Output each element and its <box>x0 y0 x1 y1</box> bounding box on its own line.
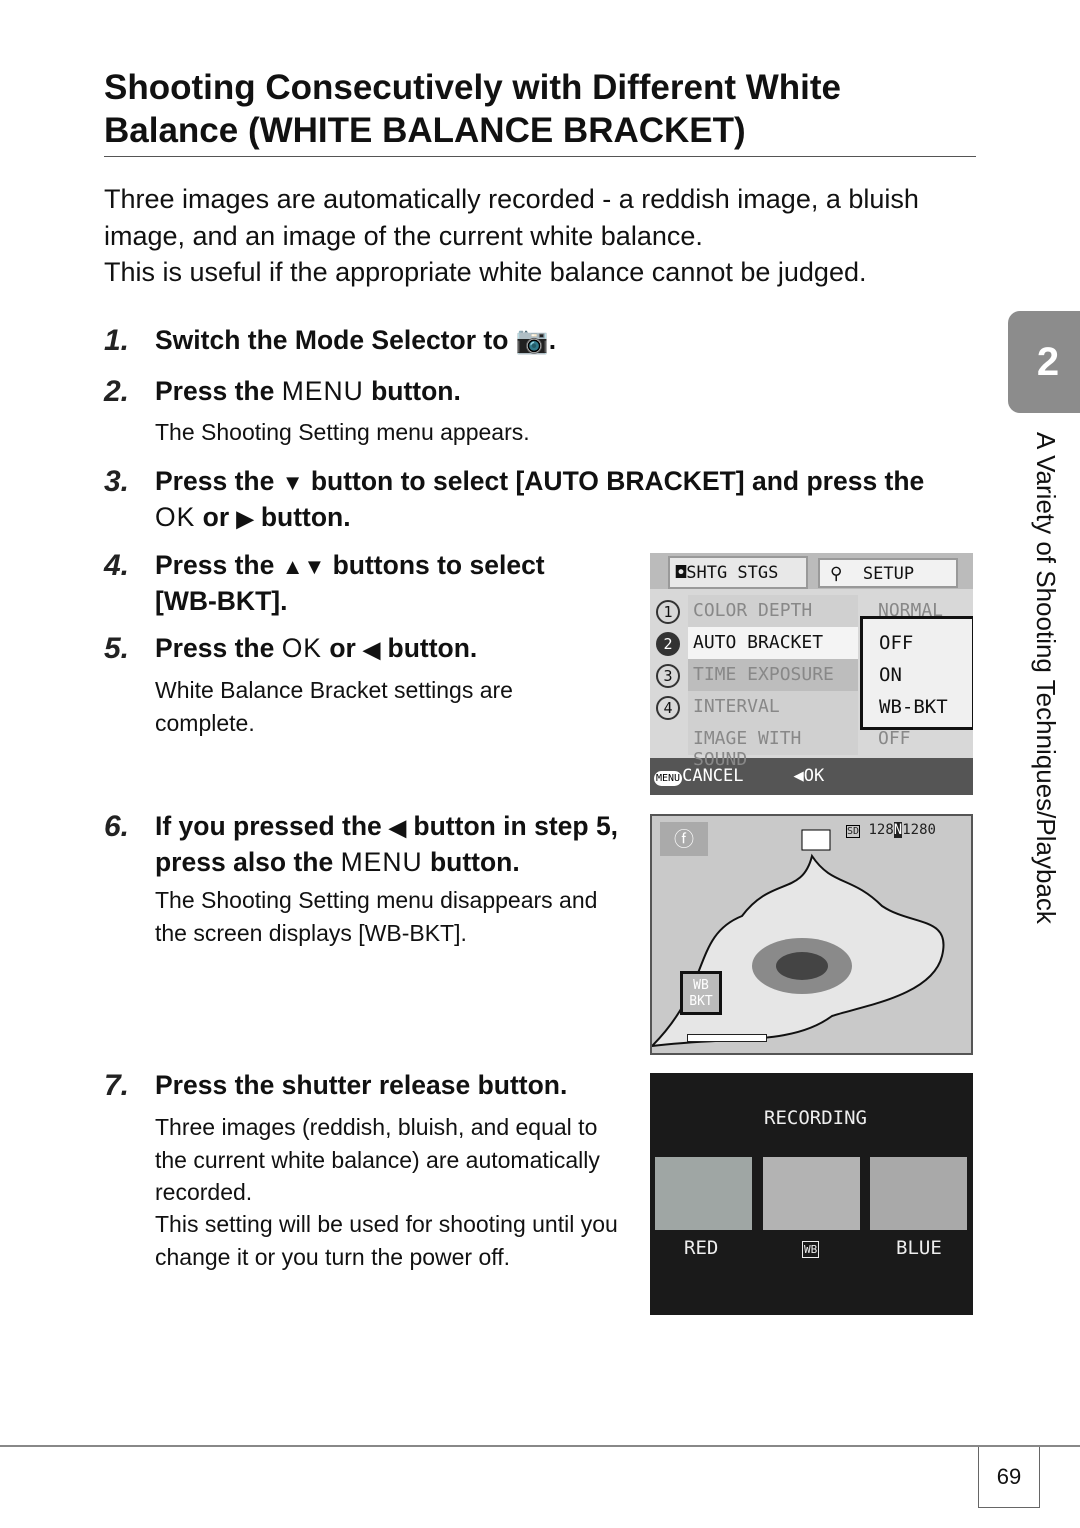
step-text: button. <box>422 847 520 877</box>
step-text: or <box>195 502 237 532</box>
intro-line: This is useful if the appropriate white … <box>104 257 867 287</box>
row-label: COLOR DEPTH <box>688 595 858 627</box>
menu-screenshot: ◘SHTG STGS ⚲ SETUP MENU CANCEL ◀OK 1 COLOR … <box>650 553 973 795</box>
option-wb-bkt[interactable]: WB-BKT <box>879 691 972 723</box>
step-note: White Balance Bracket settings are compl… <box>155 677 513 736</box>
step-text: Press the <box>155 376 282 406</box>
row-index: 3 <box>656 664 680 688</box>
live-view-screenshot: ⓕ SD 128N1280 WB BKT <box>650 814 973 1055</box>
step-text: button. <box>380 633 478 663</box>
tab-label: SHTG STGS <box>686 563 779 583</box>
row-value: OFF <box>878 728 911 749</box>
row-label: TIME EXPOSURE <box>688 659 858 691</box>
up-down-arrow-icon: ▲▼ <box>281 554 326 579</box>
step-note: The Shooting Setting menu appears. <box>155 419 530 445</box>
zoom-bar <box>687 1034 767 1042</box>
ok-key: OK <box>281 633 322 663</box>
down-arrow-icon: ▼ <box>281 470 304 495</box>
step-note: Three images (reddish, bluish, and equal… <box>155 1114 600 1205</box>
step-note: This setting will be used for shooting u… <box>155 1211 618 1270</box>
row-label: INTERVAL <box>688 691 858 723</box>
menu-button-icon: MENU <box>654 771 683 786</box>
label-blue: BLUE <box>896 1237 942 1259</box>
menu-key: MENU <box>281 376 364 406</box>
chapter-title: A Variety of Shooting Techniques/Playbac… <box>1031 432 1061 924</box>
row-index: 4 <box>656 696 680 720</box>
recording-screenshot: RECORDING RED WB BLUE <box>650 1073 973 1315</box>
left-arrow-icon: ◀ <box>389 815 407 840</box>
status-bar: SD 128N1280 <box>846 822 936 838</box>
step-number: 3. <box>104 465 130 498</box>
ok-label: OK <box>803 766 825 786</box>
chapter-tab: 2 <box>1008 311 1080 413</box>
recording-title: RECORDING <box>764 1107 867 1129</box>
remaining-shots: 128 <box>868 822 894 838</box>
step-number: 7. <box>104 1069 130 1102</box>
step-number: 1. <box>104 324 130 357</box>
step-text: . <box>548 325 557 355</box>
row-index: 2 <box>656 632 680 656</box>
step-text: Press the <box>155 633 282 663</box>
step-4: 4. Press the ▲▼ buttons to select [WB-BKT… <box>104 548 604 619</box>
ok-key: OK <box>155 502 196 532</box>
option-off[interactable]: OFF <box>879 627 972 659</box>
intro: Three images are automatically recorded … <box>104 181 984 291</box>
intro-line: Three images are automatically recorded … <box>104 184 919 251</box>
option-popup: OFF ON WB-BKT <box>860 616 973 730</box>
right-arrow-icon: ▶ <box>236 506 254 531</box>
step-6: 6. If you pressed the ◀ button in step 5,… <box>104 809 644 880</box>
menu-key: MENU <box>340 847 423 877</box>
step-text: button. <box>363 376 461 406</box>
step-5: 5. Press the OK or ◀ button. <box>104 631 477 667</box>
wb-bkt-badge: WB BKT <box>680 971 722 1015</box>
svg-text:ⓕ: ⓕ <box>674 827 694 851</box>
step-text: button to select [AUTO BRACKET] and pres… <box>303 466 925 496</box>
wb-icon: WB <box>802 1241 820 1258</box>
image-size: 1280 <box>902 822 936 838</box>
row-label: AUTO BRACKET <box>688 627 858 659</box>
row-label: IMAGE WITH SOUND <box>688 723 858 770</box>
step-1: 1. Switch the Mode Selector to 📷. <box>104 323 556 358</box>
step-number: 2. <box>104 375 130 408</box>
step-number: 6. <box>104 810 130 843</box>
page-title: Shooting Consecutively with Different Wh… <box>104 68 841 150</box>
step-number: 5. <box>104 632 130 665</box>
footer-rule <box>0 1445 1080 1447</box>
step-text: Switch the Mode Selector to <box>155 325 516 355</box>
flower-image: ⓕ <box>652 822 945 1048</box>
left-arrow-icon: ◀ <box>363 637 381 662</box>
left-button-icon: ◀ <box>793 766 804 786</box>
title-rule <box>104 156 976 157</box>
label-red: RED <box>684 1237 719 1259</box>
row-index: 1 <box>656 600 680 624</box>
thumbnail-wb <box>763 1157 860 1230</box>
step-7: 7. Press the shutter release button. <box>104 1068 567 1103</box>
step-text: Press the shutter release button. <box>155 1070 568 1100</box>
camera-mode-icon <box>801 829 831 851</box>
tab-label: SETUP <box>862 564 915 584</box>
tab-setup: ⚲ SETUP <box>818 558 958 588</box>
sd-card-icon: SD <box>846 825 861 838</box>
thumbnail-red <box>655 1157 752 1230</box>
tab-shtg-stgs: ◘SHTG STGS <box>668 556 808 589</box>
quality-badge: N <box>893 822 903 838</box>
step-text: or <box>321 633 364 663</box>
page-number: 69 <box>978 1447 1040 1508</box>
step-2: 2. Press the MENU button. <box>104 374 461 409</box>
step-text: Press the <box>155 466 282 496</box>
thumbnail-blue <box>870 1157 967 1230</box>
step-text: button. <box>253 502 351 532</box>
step-number: 4. <box>104 549 130 582</box>
camera-icon: 📷 <box>515 325 549 355</box>
step-text: If you pressed the <box>155 811 390 841</box>
option-on[interactable]: ON <box>879 659 972 691</box>
step-note: The Shooting Setting menu disappears and… <box>155 887 598 946</box>
step-text: Press the <box>155 550 282 580</box>
step-3: 3. Press the ▼ button to select [AUTO BRA… <box>104 464 964 536</box>
